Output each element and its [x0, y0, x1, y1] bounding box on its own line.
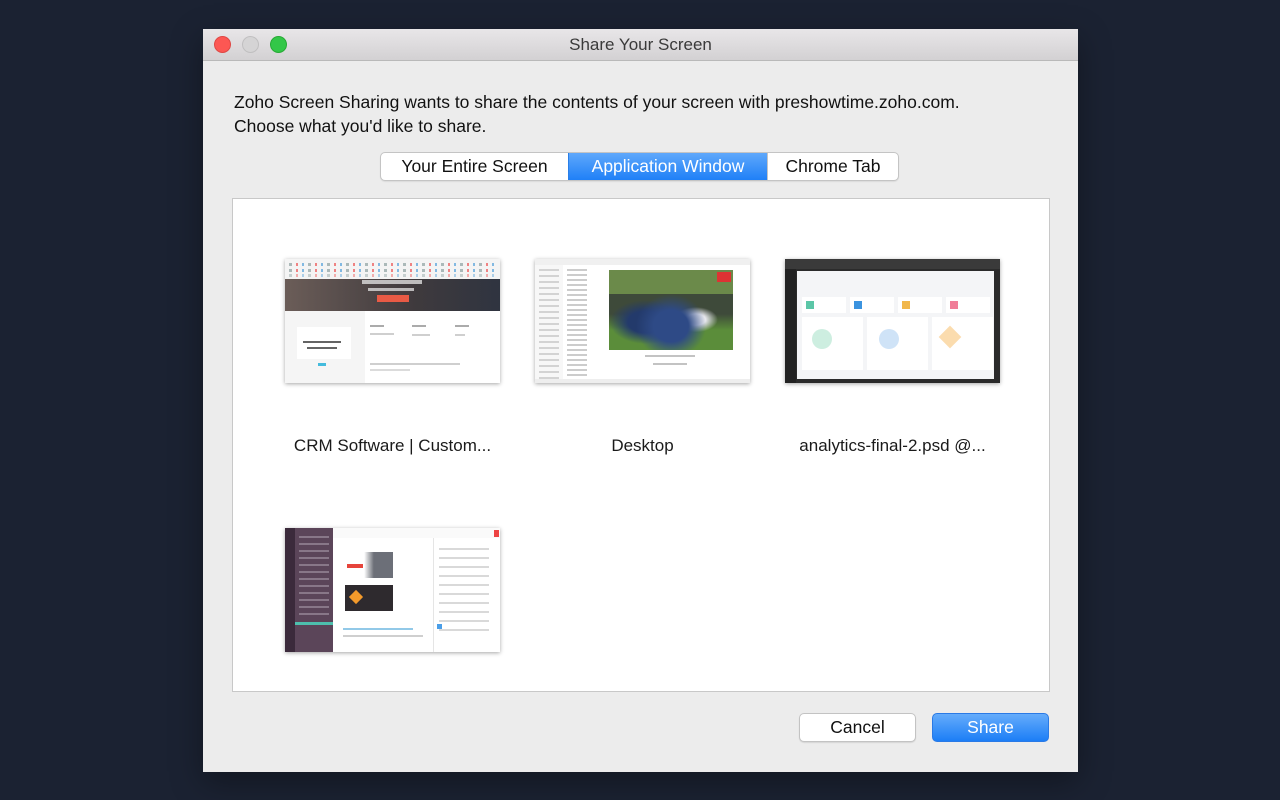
window-list: CRM Software | Custom... Desktop analyti… — [232, 198, 1050, 692]
window-title: Share Your Screen — [569, 35, 712, 54]
share-button[interactable]: Share — [932, 713, 1049, 742]
tab-entire-screen[interactable]: Your Entire Screen — [381, 153, 568, 180]
title-bar[interactable]: Share Your Screen — [203, 29, 1078, 61]
window-thumbnail — [535, 259, 750, 383]
cancel-button[interactable]: Cancel — [799, 713, 916, 742]
window-thumbnail — [285, 528, 500, 652]
window-thumbnail — [285, 259, 500, 383]
window-label: analytics-final-2.psd @... — [799, 436, 986, 455]
tab-application-window[interactable]: Application Window — [568, 153, 767, 180]
source-type-tabs: Your Entire Screen Application Window Ch… — [380, 152, 899, 181]
group-photo — [609, 270, 733, 350]
window-thumbnail — [785, 259, 1000, 383]
tab-chrome-tab[interactable]: Chrome Tab — [767, 153, 898, 180]
share-screen-dialog: Share Your Screen Zoho Screen Sharing wa… — [203, 29, 1078, 772]
window-label: Desktop — [611, 436, 674, 455]
prompt-line-1: Zoho Screen Sharing wants to share the c… — [234, 92, 960, 112]
prompt-line-2: Choose what you'd like to share. — [234, 116, 487, 136]
prompt-text: Zoho Screen Sharing wants to share the c… — [234, 90, 1054, 138]
window-label: CRM Software | Custom... — [293, 436, 492, 455]
